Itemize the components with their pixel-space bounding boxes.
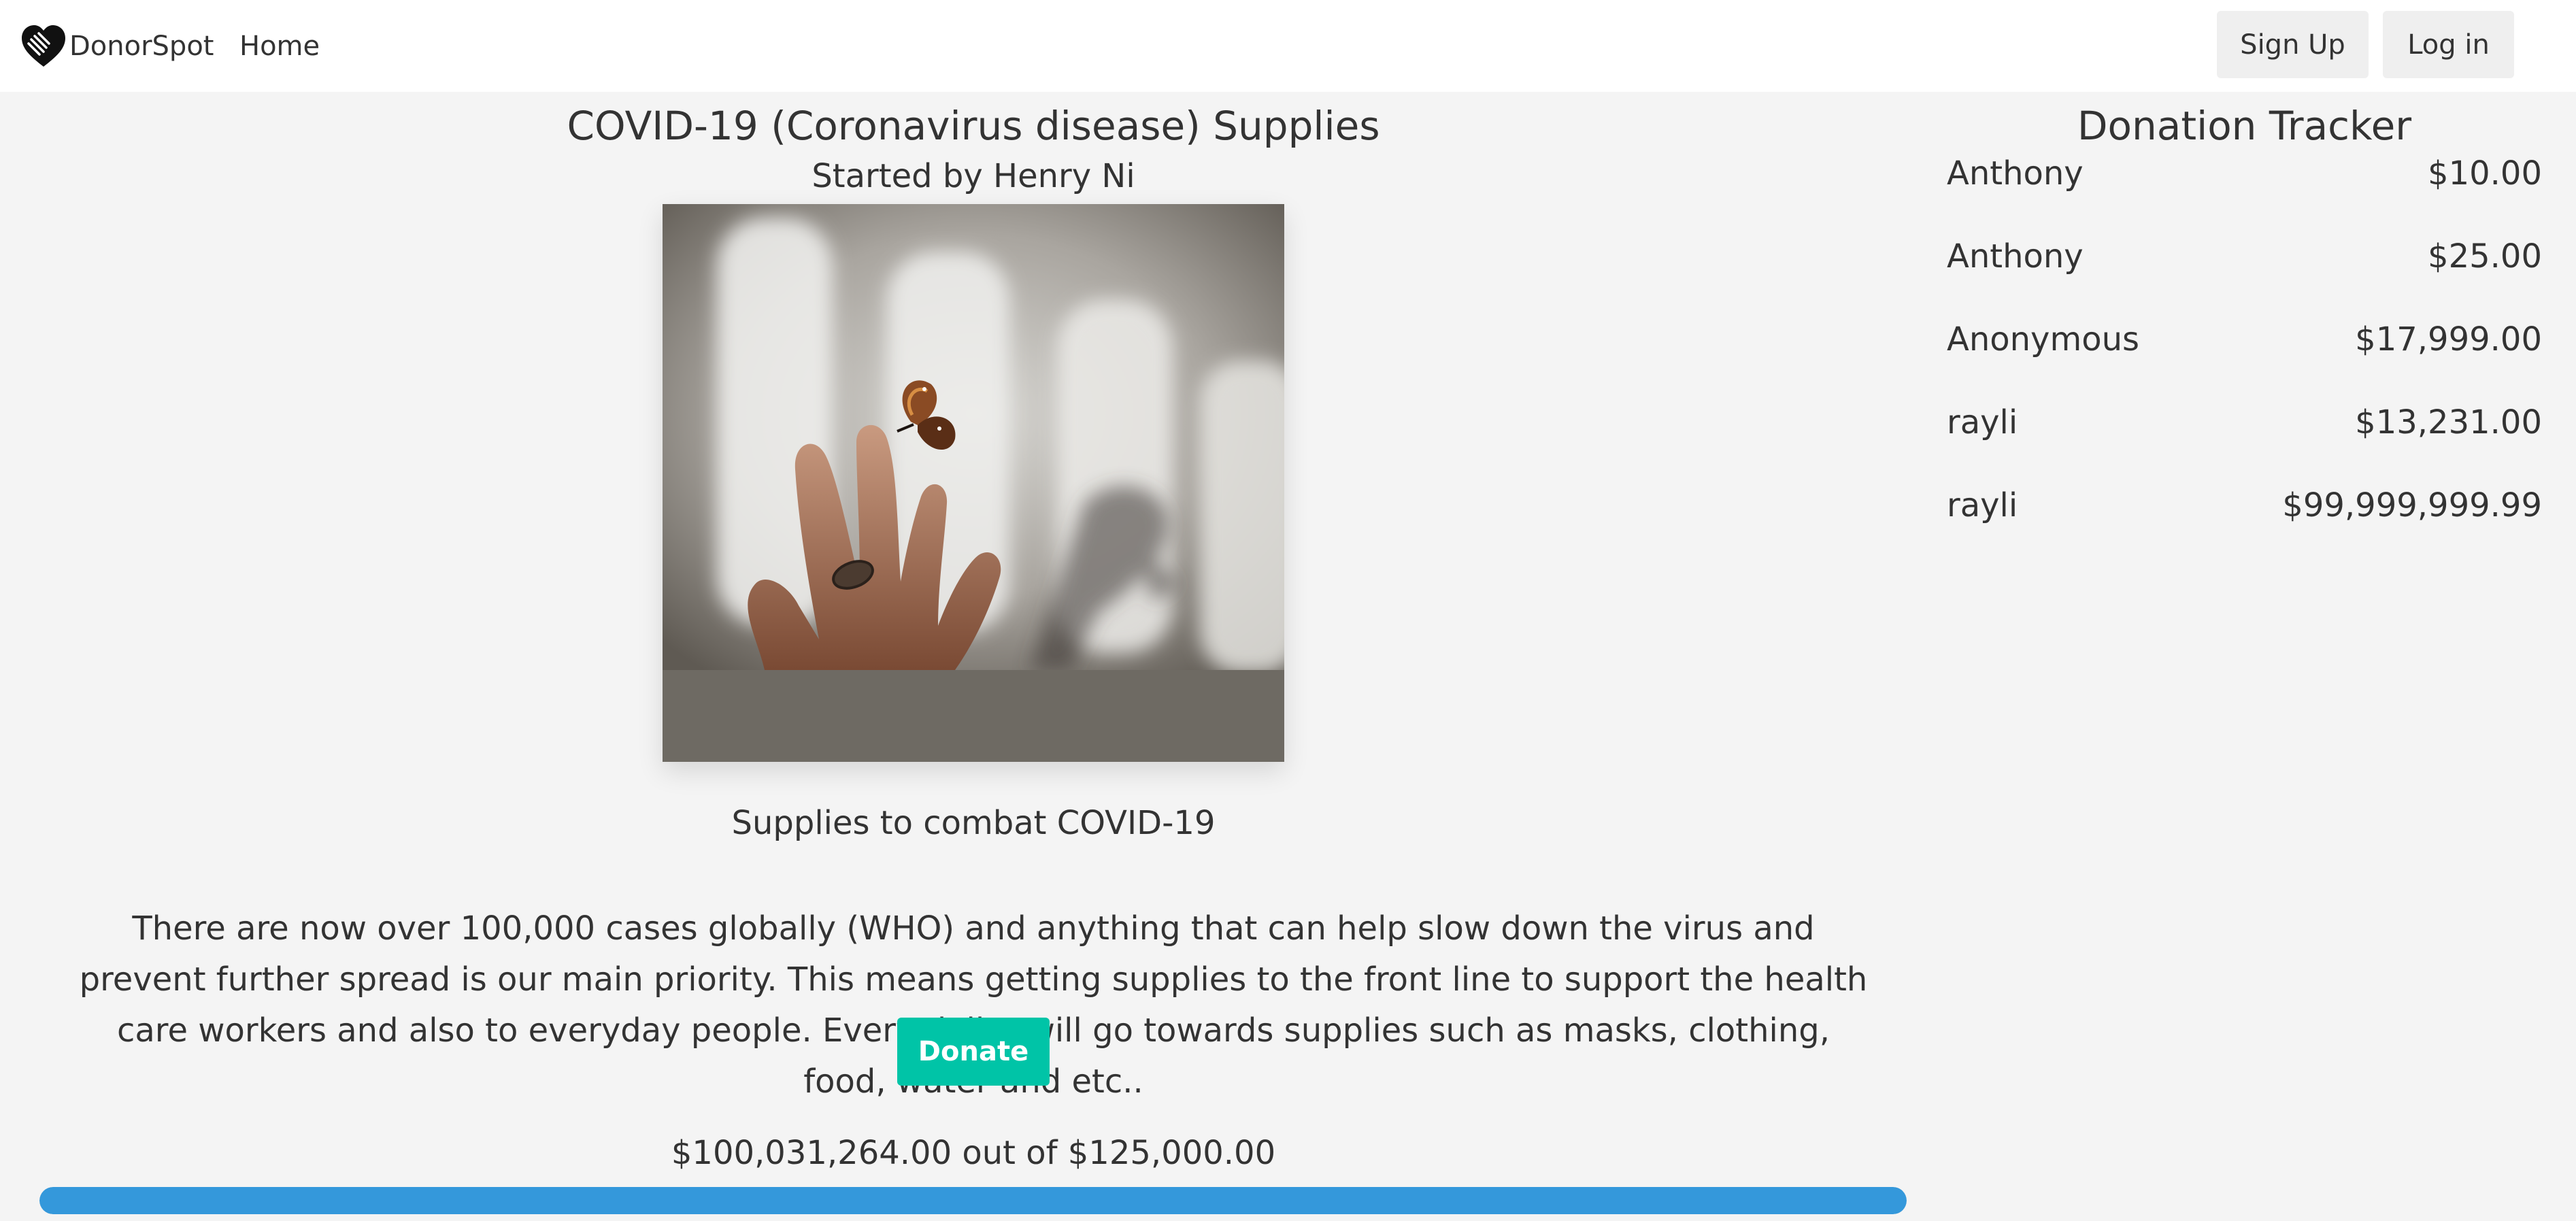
progress-bar (39, 1187, 1907, 1214)
butterfly-on-hand-photo (663, 204, 1284, 670)
navbar: DonorSpot Home Sign Up Log in (0, 0, 2576, 92)
donation-row: rayli $13,231.00 (1947, 402, 2542, 485)
donation-amount: $99,999,999.99 (2282, 486, 2542, 524)
donation-amount: $13,231.00 (2355, 403, 2542, 441)
log-in-button[interactable]: Log in (2383, 11, 2514, 78)
progress-text: $100,031,264.00 out of $125,000.00 (671, 1134, 1276, 1172)
donation-amount: $25.00 (2428, 237, 2542, 275)
brand-link[interactable]: DonorSpot (18, 20, 214, 72)
donor-name: Anonymous (1947, 320, 2140, 358)
hands-heart-icon (22, 25, 65, 67)
sign-up-button[interactable]: Sign Up (2217, 11, 2369, 78)
campaign-organizer: Started by Henry Ni (812, 157, 1135, 195)
donation-tracker-title: Donation Tracker (2077, 103, 2412, 149)
donation-row: Anonymous $17,999.00 (1947, 319, 2542, 402)
donation-row: Anthony $25.00 (1947, 236, 2542, 319)
donation-row: rayli $99,999,999.99 (1947, 485, 2542, 568)
donate-button[interactable]: Donate (897, 1018, 1050, 1086)
donation-amount: $17,999.00 (2355, 320, 2542, 358)
campaign-short-description: Supplies to combat COVID-19 (731, 804, 1216, 842)
donation-tracker: Donation Tracker Anthony $10.00 Anthony … (1947, 92, 2576, 1221)
donor-name: rayli (1947, 486, 2018, 524)
nav-home-link[interactable]: Home (239, 30, 320, 63)
donation-row: Anthony $10.00 (1947, 153, 2542, 236)
donor-name: Anthony (1947, 154, 2084, 193)
donation-amount: $10.00 (2428, 154, 2542, 193)
donor-name: Anthony (1947, 237, 2084, 275)
donation-list: Anthony $10.00 Anthony $25.00 Anonymous … (1947, 153, 2542, 568)
donor-name: rayli (1947, 403, 2018, 441)
campaign-title: COVID-19 (Coronavirus disease) Supplies (567, 103, 1380, 149)
campaign-image (663, 204, 1284, 762)
progress-bar-fill (39, 1187, 1907, 1214)
brand-name: DonorSpot (69, 31, 214, 62)
campaign-section: COVID-19 (Coronavirus disease) Supplies … (0, 92, 1947, 1221)
